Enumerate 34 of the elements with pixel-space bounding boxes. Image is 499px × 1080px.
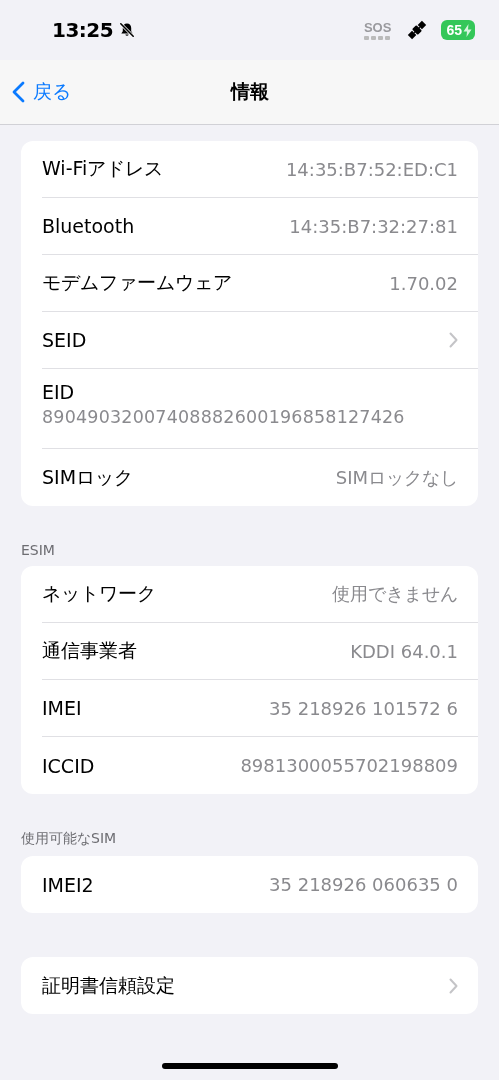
status-time: 13:25 <box>52 18 114 42</box>
row-value: 使用できません <box>332 582 458 606</box>
section-header: ESIM <box>21 541 56 560</box>
list-row[interactable]: 証明書信頼設定 <box>42 957 478 1014</box>
row-label: IMEI <box>42 697 82 719</box>
row-label: ネットワーク <box>42 581 156 606</box>
row-value: 14:35:B7:52:ED:C1 <box>285 158 458 180</box>
section-header: 使用可能なSIM <box>21 829 118 848</box>
row-label: IMEI2 <box>42 873 94 896</box>
row-label: ICCID <box>42 754 95 777</box>
sos-indicator: SOS <box>363 20 392 40</box>
chevron-right-icon <box>449 332 458 348</box>
row-label: モデムファームウェア <box>42 270 232 295</box>
list-row[interactable]: SEID <box>42 312 478 369</box>
chevron-left-icon <box>12 81 25 103</box>
row-value: KDDI 64.0.1 <box>350 640 458 662</box>
row-label: Bluetooth <box>42 215 135 237</box>
row-value: 8981300055702198809 <box>240 755 458 776</box>
row-label: SIMロック <box>42 464 134 490</box>
row-value: 1.70.02 <box>389 272 458 294</box>
row-label: SEID <box>42 329 87 351</box>
row-value: 89049032007408882600196858127426 <box>42 407 405 427</box>
row-label: 証明書信頼設定 <box>42 972 175 998</box>
chevron-right-icon <box>449 977 458 994</box>
row-value: 35 218926 101572 6 <box>269 697 458 719</box>
row-value: 14:35:B7:32:27:81 <box>289 215 458 237</box>
nav-title: 情報 <box>230 79 269 104</box>
row-label: Wi-Fiアドレス <box>42 156 164 181</box>
row-label: 通信事業者 <box>42 638 137 663</box>
row-value: 35 218926 060635 0 <box>269 874 458 895</box>
row-label: EID <box>42 381 75 403</box>
back-button[interactable]: 戻る <box>12 79 71 105</box>
battery-indicator: 65 <box>441 20 475 40</box>
row-value: SIMロックなし <box>335 465 458 490</box>
